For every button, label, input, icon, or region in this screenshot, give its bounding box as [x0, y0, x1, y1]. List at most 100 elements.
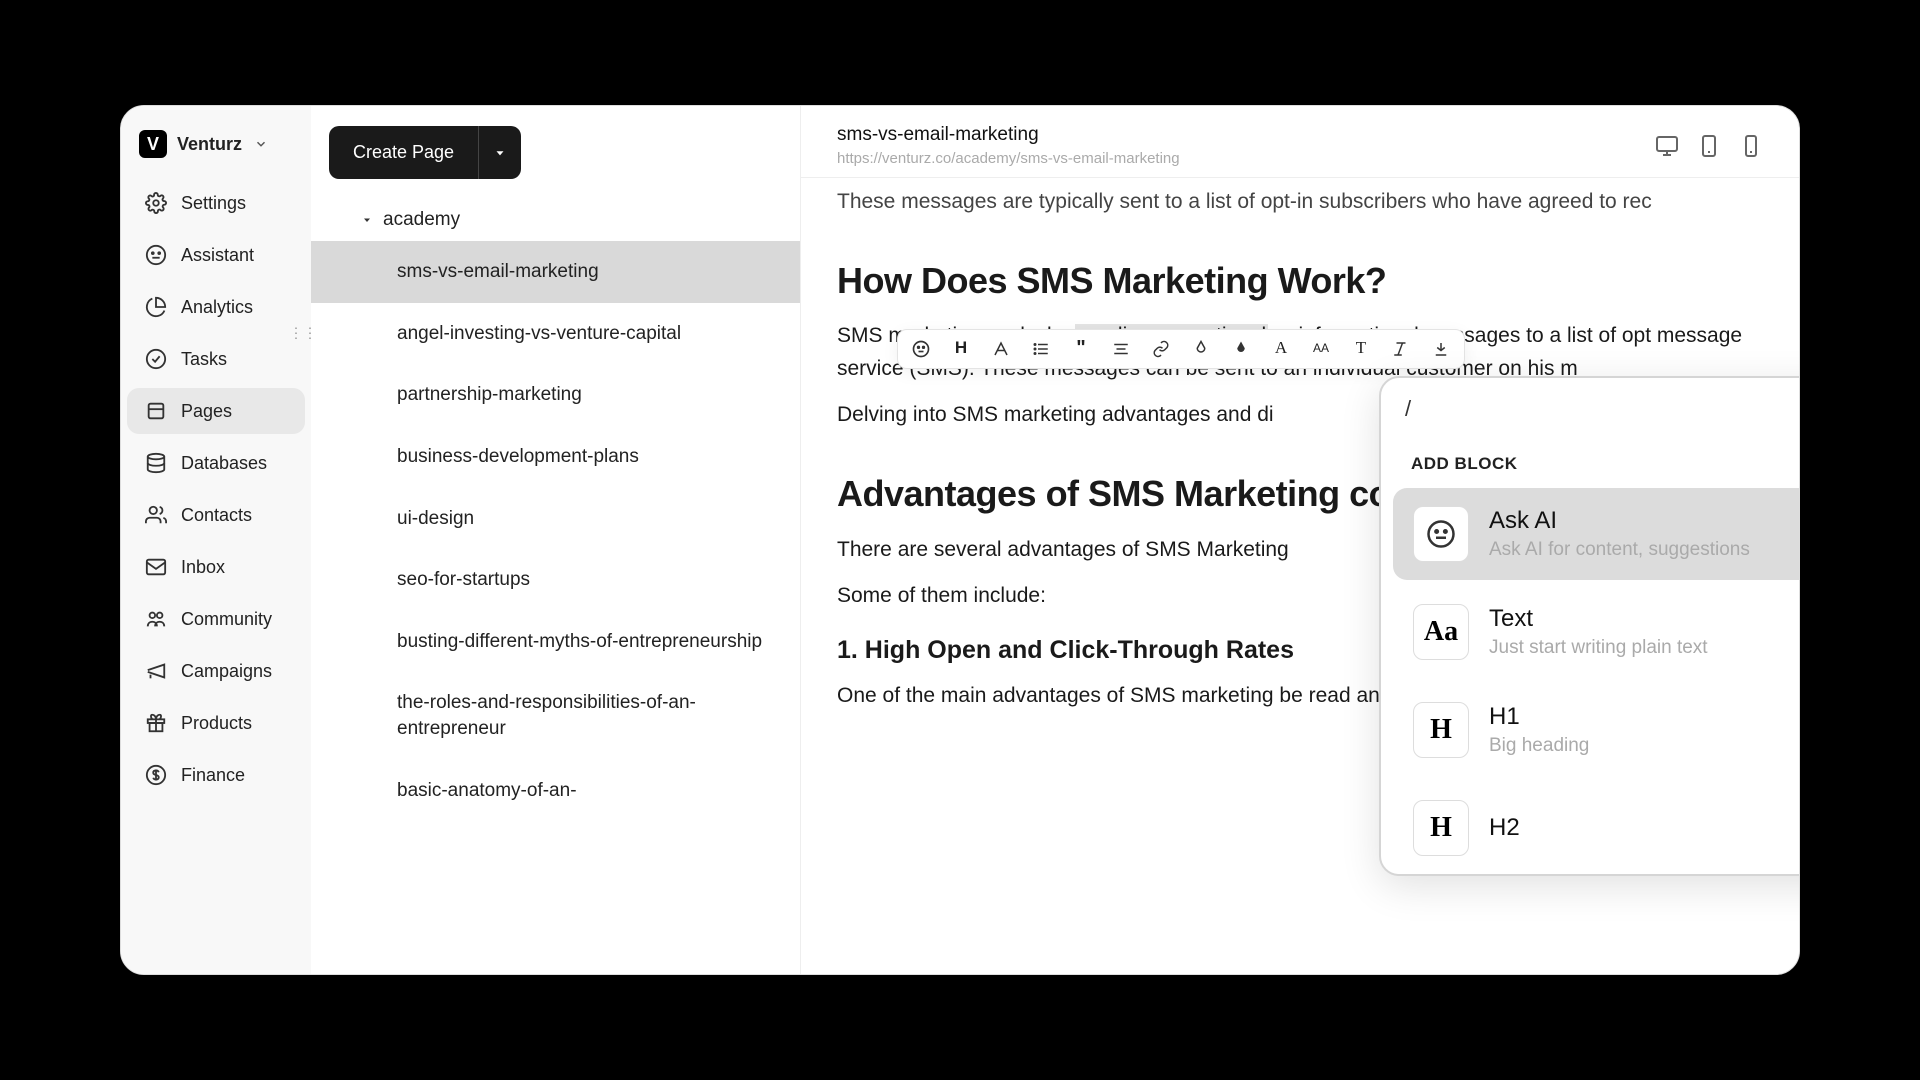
sidebar-item-label: Inbox	[181, 557, 225, 578]
tree-item-label: business-development-plans	[397, 446, 639, 467]
create-page-dropdown[interactable]	[478, 126, 521, 179]
block-option-ask-ai[interactable]: Ask AI Ask AI for content, suggestions	[1393, 488, 1799, 580]
link-icon[interactable]	[1150, 338, 1172, 360]
block-option-subtitle: Big heading	[1489, 735, 1589, 757]
paragraph[interactable]: These messages are typically sent to a l…	[837, 186, 1763, 219]
tree-item-label: the-roles-and-responsibilities-of-an-ent…	[397, 692, 696, 739]
tree-item[interactable]: partnership-marketing	[311, 364, 800, 426]
sidebar-item-products[interactable]: Products	[127, 700, 305, 746]
sidebar-item-finance[interactable]: Finance	[127, 752, 305, 798]
block-option-subtitle: Just start writing plain text	[1489, 637, 1708, 659]
heading[interactable]: How Does SMS Marketing Work?	[837, 253, 1763, 309]
text-toolbar: H " A AA T	[897, 329, 1465, 369]
sidebar-item-community[interactable]: Community	[127, 596, 305, 642]
sidebar-item-pages[interactable]: Pages	[127, 388, 305, 434]
tree-folder-academy[interactable]: academy	[311, 199, 800, 241]
editor-header: sms-vs-email-marketing https://venturz.c…	[801, 106, 1799, 178]
block-option-text[interactable]: Aa Text Just start writing plain text	[1393, 586, 1799, 678]
sidebar-item-label: Tasks	[181, 349, 227, 370]
tree-item-label: busting-different-myths-of-entrepreneurs…	[397, 631, 762, 652]
list-icon[interactable]	[1030, 338, 1052, 360]
block-option-title: Ask AI	[1489, 507, 1750, 535]
block-option-title: H1	[1489, 703, 1589, 731]
tree-item-label: partnership-marketing	[397, 384, 582, 405]
megaphone-icon	[145, 660, 167, 682]
editor: sms-vs-email-marketing https://venturz.c…	[801, 106, 1799, 974]
text-t-icon[interactable]: T	[1350, 338, 1372, 360]
face-icon	[145, 244, 167, 266]
page-title: sms-vs-email-marketing	[837, 124, 1180, 146]
tree-item-label: ui-design	[397, 508, 474, 529]
text-icon: Aa	[1413, 604, 1469, 660]
align-icon[interactable]	[1110, 338, 1132, 360]
font-icon[interactable]	[990, 338, 1012, 360]
highlight-icon[interactable]	[1230, 338, 1252, 360]
h1-icon: H	[1413, 702, 1469, 758]
tree-item[interactable]: busting-different-myths-of-entrepreneurs…	[311, 611, 800, 673]
sidebar-item-assistant[interactable]: Assistant	[127, 232, 305, 278]
tree-item[interactable]: sms-vs-email-marketing	[311, 241, 800, 303]
drag-handle-icon[interactable]: ⋮⋮	[289, 324, 317, 343]
clear-format-icon[interactable]	[1390, 338, 1412, 360]
face-icon	[1413, 506, 1469, 562]
add-block-label: ADD BLOCK	[1381, 426, 1799, 488]
desktop-icon[interactable]	[1655, 134, 1679, 158]
more-icon[interactable]	[1430, 338, 1452, 360]
community-icon	[145, 608, 167, 630]
sidebar-item-databases[interactable]: Databases	[127, 440, 305, 486]
database-icon	[145, 452, 167, 474]
heading-icon[interactable]: H	[950, 338, 972, 360]
check-circle-icon	[145, 348, 167, 370]
block-option-title: H2	[1489, 814, 1520, 842]
sidebar-item-label: Campaigns	[181, 661, 272, 682]
tree-folder-label: academy	[383, 209, 460, 231]
gift-icon	[145, 712, 167, 734]
tree-item-label: seo-for-startups	[397, 569, 530, 590]
page-url: https://venturz.co/academy/sms-vs-email-…	[837, 150, 1180, 167]
users-icon	[145, 504, 167, 526]
sidebar-item-contacts[interactable]: Contacts	[127, 492, 305, 538]
tree-item[interactable]: the-roles-and-responsibilities-of-an-ent…	[311, 672, 800, 759]
sidebar-item-label: Settings	[181, 193, 246, 214]
sidebar-item-settings[interactable]: Settings	[127, 180, 305, 226]
tree-item[interactable]: basic-anatomy-of-an-	[311, 760, 800, 822]
tree-item[interactable]: business-development-plans	[311, 426, 800, 488]
sidebar-item-label: Finance	[181, 765, 245, 786]
device-switcher	[1655, 134, 1763, 158]
tree-item[interactable]: seo-for-startups	[311, 549, 800, 611]
sidebar-item-label: Community	[181, 609, 272, 630]
sidebar-item-campaigns[interactable]: Campaigns	[127, 648, 305, 694]
sidebar-item-analytics[interactable]: Analytics	[127, 284, 305, 330]
sidebar-item-label: Pages	[181, 401, 232, 422]
sidebar-item-label: Analytics	[181, 297, 253, 318]
small-caps-icon[interactable]: AA	[1310, 338, 1332, 360]
h2-icon: H	[1413, 800, 1469, 856]
app-window: V Venturz Settings Assistant Analytics T…	[120, 105, 1800, 975]
brand[interactable]: V Venturz	[121, 122, 311, 174]
text-a-icon[interactable]: A	[1270, 338, 1292, 360]
tree-item[interactable]: ⋮⋮ angel-investing-vs-venture-capital	[311, 303, 800, 365]
create-page-button[interactable]: Create Page	[329, 126, 478, 179]
tree-item[interactable]: ui-design	[311, 488, 800, 550]
pie-icon	[145, 296, 167, 318]
sidebar-item-tasks[interactable]: Tasks	[127, 336, 305, 382]
gear-icon	[145, 192, 167, 214]
block-search[interactable]: /	[1405, 396, 1799, 422]
tablet-icon[interactable]	[1697, 134, 1721, 158]
brand-name: Venturz	[177, 134, 242, 155]
sidebar-item-label: Contacts	[181, 505, 252, 526]
mail-icon	[145, 556, 167, 578]
sidebar-item-inbox[interactable]: Inbox	[127, 544, 305, 590]
ai-icon[interactable]	[910, 338, 932, 360]
color-icon[interactable]	[1190, 338, 1212, 360]
quote-icon[interactable]: "	[1070, 338, 1092, 360]
block-option-h1[interactable]: H H1 Big heading	[1393, 684, 1799, 776]
dollar-icon	[145, 764, 167, 786]
create-page-wrap: Create Page	[329, 126, 782, 179]
block-option-h2[interactable]: H H2	[1393, 782, 1799, 874]
page-info: sms-vs-email-marketing https://venturz.c…	[837, 124, 1180, 167]
block-option-subtitle: Ask AI for content, suggestions	[1489, 539, 1750, 561]
sidebar-item-label: Databases	[181, 453, 267, 474]
mobile-icon[interactable]	[1739, 134, 1763, 158]
sidebar: V Venturz Settings Assistant Analytics T…	[121, 106, 311, 974]
